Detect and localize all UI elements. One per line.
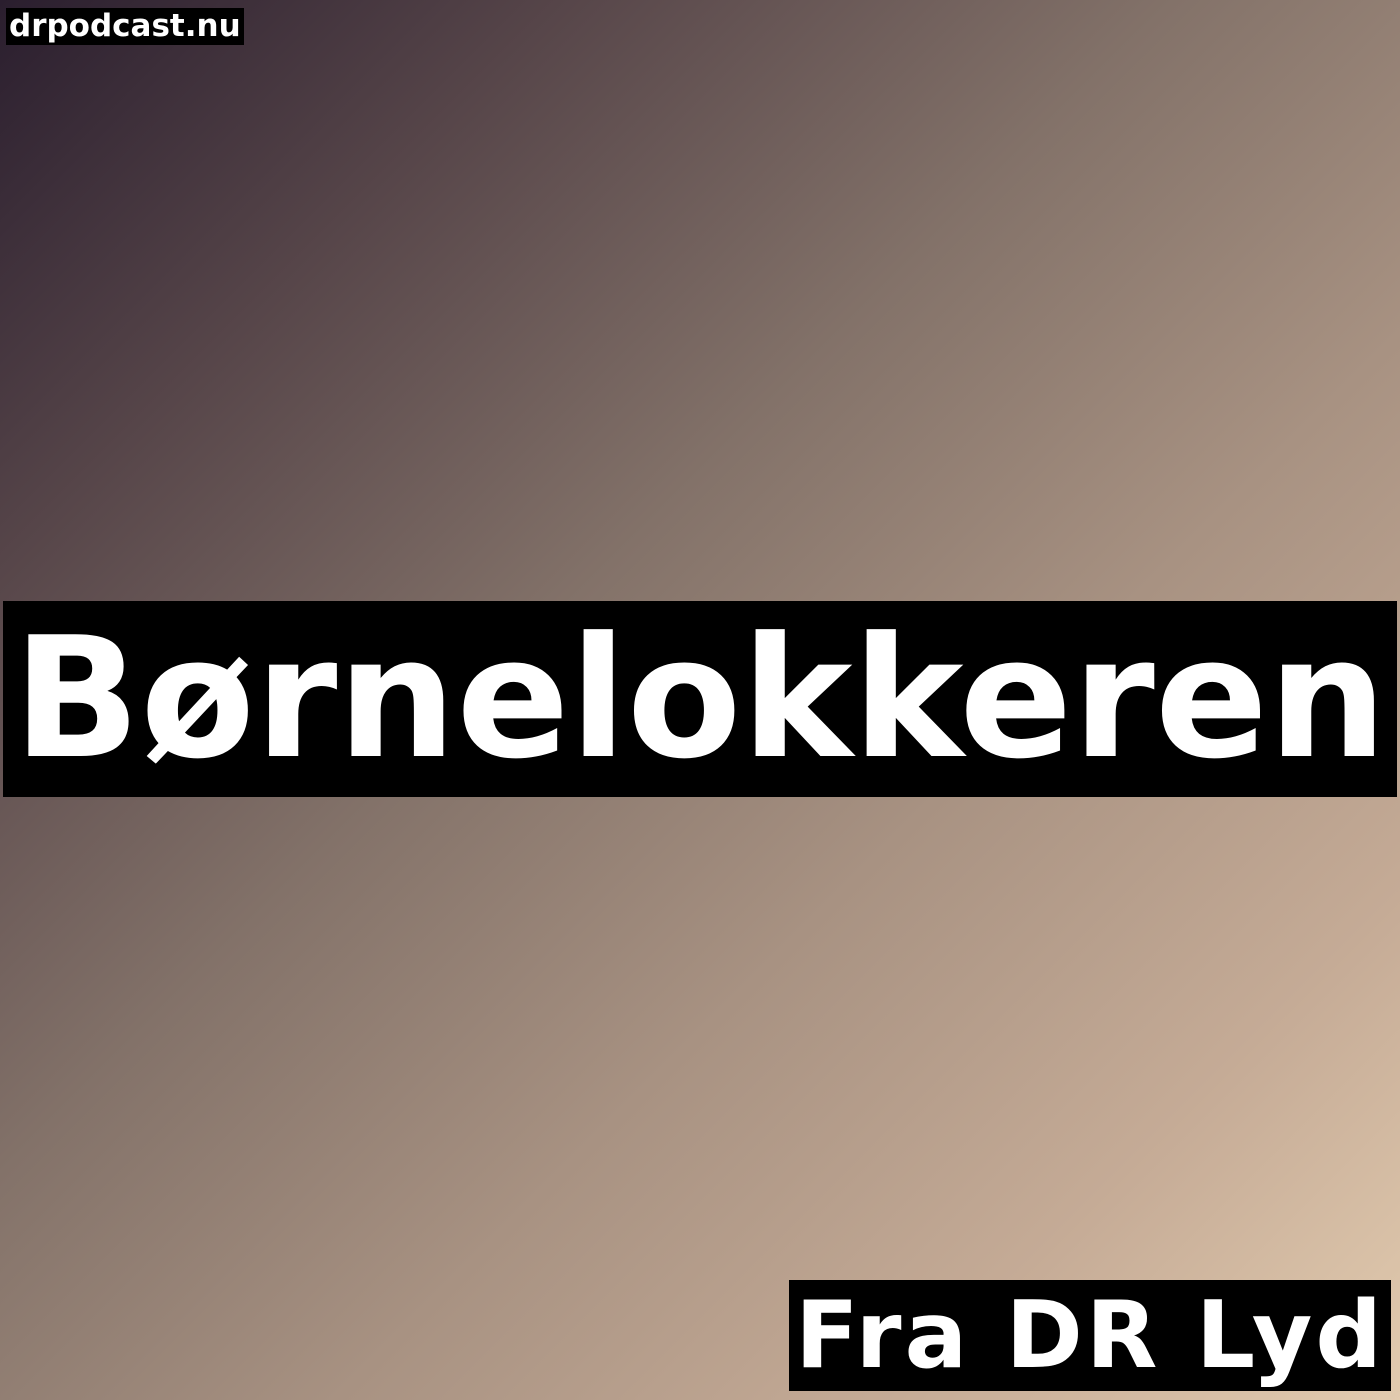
title-banner: Børnelokkeren <box>3 601 1397 797</box>
podcast-title: Børnelokkeren <box>13 601 1387 796</box>
site-label: drpodcast.nu <box>6 8 244 45</box>
source-label: Fra DR Lyd <box>789 1280 1391 1391</box>
